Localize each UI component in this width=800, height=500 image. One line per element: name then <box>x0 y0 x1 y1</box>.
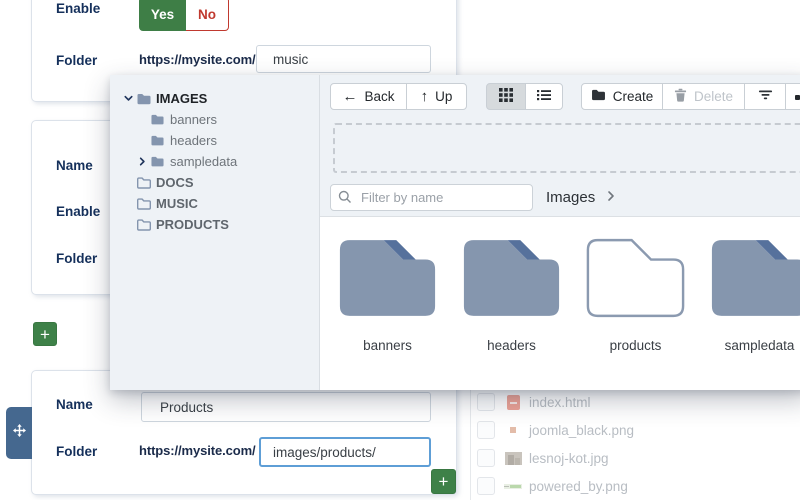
file-checkbox[interactable] <box>477 477 495 495</box>
folder-icon <box>711 240 800 316</box>
background-file-list: index.html joomla_black.png lesnoj-kot.j… <box>460 388 800 500</box>
trash-icon <box>674 88 687 105</box>
file-row[interactable]: joomla_black.png <box>460 418 634 442</box>
folder-outline-icon <box>136 197 153 211</box>
delete-button[interactable]: Delete <box>662 83 745 110</box>
url-prefix: https://mysite.com/ <box>139 443 256 458</box>
sort-filter-button[interactable] <box>744 83 786 110</box>
file-checkbox[interactable] <box>477 421 495 439</box>
folder-icon <box>339 240 436 316</box>
folder-grid: banners headers products sampledata <box>320 217 800 390</box>
breadcrumb: Images <box>546 189 617 207</box>
folder-label: Folder <box>56 251 98 266</box>
enable-no-button[interactable]: No <box>186 0 229 31</box>
screen: Enable Yes No Folder https://mysite.com/… <box>0 0 800 500</box>
folder-tile-banners[interactable]: banners <box>337 237 438 390</box>
row-drag-handle[interactable] <box>6 407 32 459</box>
breadcrumb-item-images[interactable]: Images <box>546 189 595 206</box>
arrow-left-icon: ← <box>342 88 358 105</box>
grid-view-button[interactable] <box>486 83 526 110</box>
media-browser: ← Back ↑ Up Create Delete Filter by name… <box>320 75 800 390</box>
enable-yes-button[interactable]: Yes <box>139 0 186 31</box>
folder-tile-products[interactable]: products <box>585 237 686 390</box>
folder-tree: IMAGES banners headers sampledata DOCS M… <box>110 75 320 390</box>
move-icon <box>12 424 26 442</box>
folder-icon <box>150 155 167 168</box>
image-file-icon <box>504 427 522 433</box>
grid-icon <box>499 88 513 105</box>
search-input[interactable] <box>330 184 533 211</box>
view-toggle-group <box>486 83 563 110</box>
chevron-right-icon <box>605 189 617 207</box>
action-button-group: Create Delete <box>581 83 800 110</box>
info-dot-icon <box>795 89 800 104</box>
list-view-button[interactable] <box>525 83 563 110</box>
folder-tile-headers[interactable]: headers <box>461 237 562 390</box>
file-checkbox[interactable] <box>477 393 495 411</box>
add-row-button[interactable]: + <box>33 322 57 346</box>
tree-item-banners[interactable]: banners <box>110 109 319 130</box>
chevron-down-icon[interactable] <box>120 93 136 104</box>
back-button[interactable]: ← Back <box>330 83 407 110</box>
folder-outline-icon <box>136 218 153 232</box>
search-field <box>330 184 533 211</box>
file-name: joomla_black.png <box>529 422 635 438</box>
filter-lines-icon <box>758 89 773 104</box>
image-thumbnail-icon <box>504 483 522 489</box>
tree-item-headers[interactable]: headers <box>110 130 319 151</box>
up-button[interactable]: ↑ Up <box>406 83 467 110</box>
file-checkbox[interactable] <box>477 449 495 467</box>
name-label: Name <box>56 397 93 412</box>
folder-outline-icon <box>136 176 153 190</box>
folder-icon <box>150 134 167 147</box>
url-prefix: https://mysite.com/ <box>139 52 256 67</box>
search-icon <box>338 190 352 209</box>
name-input[interactable] <box>141 392 431 422</box>
html-file-icon <box>504 394 522 410</box>
enable-label: Enable <box>56 1 101 16</box>
image-thumbnail-icon <box>504 451 522 465</box>
folder-input[interactable] <box>256 45 431 73</box>
search-row: Images <box>330 184 800 211</box>
nav-button-group: ← Back ↑ Up <box>330 83 467 110</box>
info-button[interactable] <box>785 83 800 110</box>
add-row-button[interactable]: + <box>431 469 456 494</box>
list-icon <box>537 89 551 104</box>
folder-icon <box>150 113 167 126</box>
name-label: Name <box>56 158 93 173</box>
folder-icon <box>136 92 153 106</box>
folder-label: Folder <box>56 53 98 68</box>
upload-dropzone[interactable] <box>333 123 800 173</box>
folder-input-focused[interactable] <box>259 437 431 467</box>
media-toolbar: ← Back ↑ Up Create Delete <box>330 83 800 110</box>
enable-label: Enable <box>56 204 101 219</box>
tree-item-docs[interactable]: DOCS <box>110 172 319 193</box>
enable-switcher: Yes No <box>139 0 229 31</box>
folder-tile-sampledata[interactable]: sampledata <box>709 237 800 390</box>
arrow-up-icon: ↑ <box>420 88 429 105</box>
create-button[interactable]: Create <box>581 83 663 110</box>
tree-item-products[interactable]: PRODUCTS <box>110 214 319 235</box>
folder-label: Folder <box>56 444 98 459</box>
file-name: index.html <box>529 394 591 410</box>
tree-item-music[interactable]: MUSIC <box>110 193 319 214</box>
folder-icon <box>463 240 560 316</box>
media-picker-modal: IMAGES banners headers sampledata DOCS M… <box>110 75 800 390</box>
tree-item-images[interactable]: IMAGES <box>110 88 319 109</box>
file-name: lesnoj-kot.jpg <box>529 450 609 466</box>
file-row[interactable]: lesnoj-kot.jpg <box>460 446 609 470</box>
file-row[interactable]: powered_by.png <box>460 474 628 498</box>
folder-add-icon <box>591 89 606 104</box>
file-name: powered_by.png <box>529 478 628 494</box>
tree-item-sampledata[interactable]: sampledata <box>110 151 319 172</box>
file-row[interactable]: index.html <box>460 390 591 414</box>
chevron-right-icon[interactable] <box>134 156 150 167</box>
folder-outline-icon <box>586 238 685 318</box>
